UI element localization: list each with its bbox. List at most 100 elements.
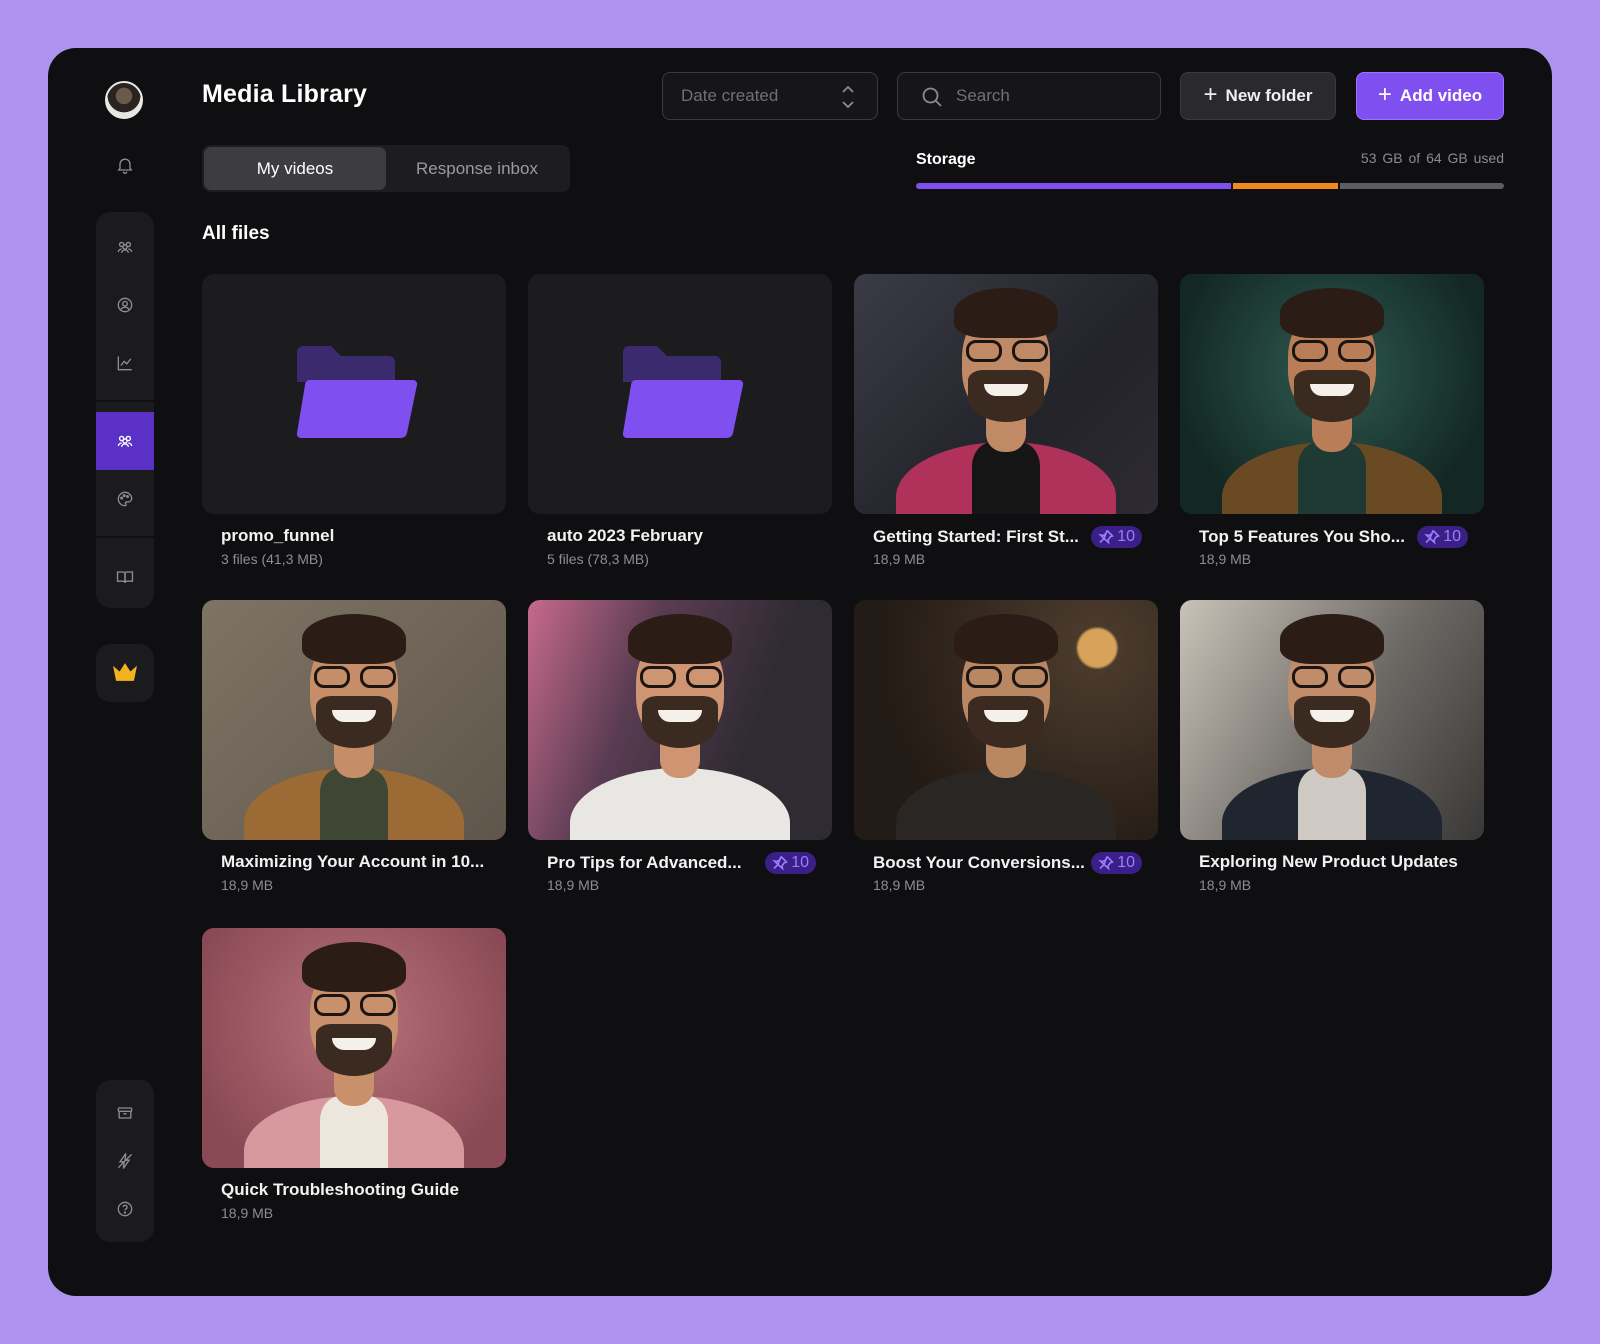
portrait-shirt <box>972 442 1040 514</box>
storage-segment <box>1233 183 1339 189</box>
pin-badge[interactable]: 10 <box>1417 526 1468 548</box>
portrait-beard <box>316 696 392 748</box>
portrait-glasses <box>640 666 722 688</box>
card-thumbnail[interactable] <box>854 600 1158 840</box>
user-circle-icon[interactable] <box>96 276 154 334</box>
folder-card[interactable]: promo_funnel 3 files (41,3 MB) <box>202 274 506 567</box>
card-thumbnail[interactable] <box>1180 600 1484 840</box>
pin-count: 10 <box>1443 528 1461 545</box>
card-thumbnail[interactable] <box>528 600 832 840</box>
storage-progress-bar <box>916 183 1504 189</box>
sort-dropdown-label: Date created <box>681 86 779 105</box>
card-title: Maximizing Your Account in 10... <box>221 852 485 871</box>
card-thumbnail[interactable] <box>202 928 506 1168</box>
app-window: Media Library Date created Search + New … <box>48 48 1552 1296</box>
portrait-shirt <box>320 1096 388 1168</box>
search-icon <box>922 87 942 107</box>
portrait-smile <box>1310 710 1354 722</box>
portrait-glasses <box>1292 666 1374 688</box>
thumbnail-image <box>202 600 506 840</box>
card-meta: 18,9 MB <box>1199 877 1252 893</box>
portrait-smile <box>1310 384 1354 396</box>
sort-dropdown[interactable]: Date created <box>662 72 878 120</box>
card-thumbnail[interactable] <box>1180 274 1484 514</box>
tab-my-videos[interactable]: My videos <box>204 147 386 190</box>
storage-usage: 53 GB of 64 GB used <box>1361 150 1504 166</box>
tab-response-inbox[interactable]: Response inbox <box>386 147 568 190</box>
card-title: Top 5 Features You Sho... <box>1199 527 1405 546</box>
card-title-row: Getting Started: First St... 10 <box>873 526 1142 548</box>
video-card[interactable]: Getting Started: First St... 10 18,9 MB <box>854 274 1158 567</box>
card-meta: 18,9 MB <box>1199 551 1252 567</box>
video-card[interactable]: Exploring New Product Updates 18,9 MB <box>1180 600 1484 893</box>
card-meta: 18,9 MB <box>221 877 274 893</box>
new-folder-button[interactable]: + New folder <box>1180 72 1336 120</box>
storage-segment <box>1340 183 1504 189</box>
pin-icon <box>1098 529 1115 545</box>
bell-icon[interactable] <box>96 136 154 194</box>
folder-card[interactable]: auto 2023 February 5 files (78,3 MB) <box>528 274 832 567</box>
plus-icon: + <box>1203 81 1218 108</box>
folder-icon <box>296 346 418 438</box>
card-title: Exploring New Product Updates <box>1199 852 1458 871</box>
portrait-hair <box>1280 288 1384 338</box>
video-card[interactable]: Quick Troubleshooting Guide 18,9 MB <box>202 928 506 1221</box>
card-thumbnail[interactable] <box>528 274 832 514</box>
pin-icon <box>772 855 789 871</box>
portrait-hair <box>954 614 1058 664</box>
team-active-icon[interactable] <box>96 412 154 470</box>
plus-icon: + <box>1377 81 1392 108</box>
thumbnail-image <box>854 274 1158 514</box>
page-title: Media Library <box>202 80 368 108</box>
card-title-row: promo_funnel <box>221 526 490 546</box>
pin-badge[interactable]: 10 <box>1091 526 1142 548</box>
card-title: Boost Your Conversions... <box>873 853 1085 872</box>
video-card[interactable]: Top 5 Features You Sho... 10 18,9 MB <box>1180 274 1484 567</box>
card-title: Quick Troubleshooting Guide <box>221 1180 460 1199</box>
portrait-smile <box>658 710 702 722</box>
pin-badge[interactable]: 10 <box>1091 852 1142 874</box>
pin-count: 10 <box>1117 854 1135 871</box>
help-icon[interactable] <box>96 1180 154 1238</box>
card-meta: 5 files (78,3 MB) <box>547 551 649 567</box>
add-video-button[interactable]: + Add video <box>1356 72 1504 120</box>
video-card[interactable]: Boost Your Conversions... 10 18,9 MB <box>854 600 1158 893</box>
storage-used: 53 GB of <box>1360 150 1421 166</box>
card-meta: 18,9 MB <box>221 1205 274 1221</box>
card-title-row: Maximizing Your Account in 10... <box>221 852 490 872</box>
card-title: auto 2023 February <box>547 526 703 545</box>
card-thumbnail[interactable] <box>202 600 506 840</box>
portrait-hair <box>302 942 406 992</box>
portrait-glasses <box>1292 340 1374 362</box>
thumbnail-image <box>854 600 1158 840</box>
card-thumbnail[interactable] <box>202 274 506 514</box>
portrait-hair <box>628 614 732 664</box>
new-folder-label: New folder <box>1225 86 1313 105</box>
search-input[interactable]: Search <box>897 72 1161 120</box>
thumbnail-image <box>202 928 506 1168</box>
portrait-hair <box>954 288 1058 338</box>
portrait-beard <box>968 696 1044 748</box>
video-card[interactable]: Pro Tips for Advanced... 10 18,9 MB <box>528 600 832 893</box>
portrait-smile <box>984 384 1028 396</box>
chart-icon[interactable] <box>96 334 154 392</box>
view-tabs: My videos Response inbox <box>202 145 570 192</box>
book-icon[interactable] <box>96 548 154 606</box>
card-title: Pro Tips for Advanced... <box>547 853 742 872</box>
crown-icon[interactable] <box>96 644 154 702</box>
avatar[interactable] <box>105 81 143 119</box>
card-thumbnail[interactable] <box>854 274 1158 514</box>
folder-icon <box>622 346 744 438</box>
portrait-shirt <box>1298 768 1366 840</box>
storage-label: Storage <box>916 151 976 168</box>
pin-badge[interactable]: 10 <box>765 852 816 874</box>
add-video-label: Add video <box>1399 86 1483 105</box>
video-card[interactable]: Maximizing Your Account in 10... 18,9 MB <box>202 600 506 893</box>
team-icon[interactable] <box>96 218 154 276</box>
portrait-beard <box>316 1024 392 1076</box>
pin-icon <box>1098 855 1115 871</box>
card-meta: 18,9 MB <box>873 877 926 893</box>
palette-icon[interactable] <box>96 470 154 528</box>
card-title-row: Boost Your Conversions... 10 <box>873 852 1142 874</box>
card-title: Getting Started: First St... <box>873 527 1079 546</box>
